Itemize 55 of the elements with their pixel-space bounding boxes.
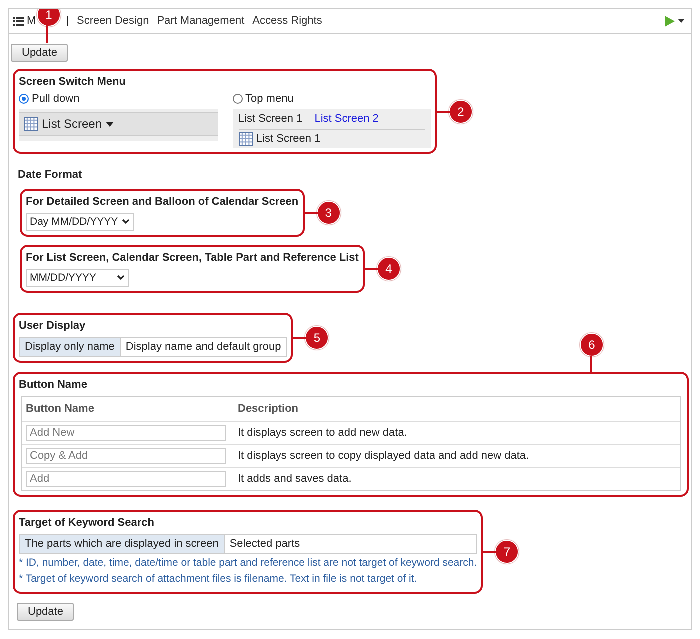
toggle-option[interactable]: The parts which are displayed in screen (20, 535, 225, 553)
section-title: User Display (19, 320, 87, 332)
play-icon (665, 16, 675, 26)
section-title: Target of Keyword Search (19, 517, 156, 529)
section-title: Date Format (18, 169, 82, 181)
caret-down-icon (106, 122, 114, 126)
toolbar-link[interactable]: Part Management (157, 15, 245, 27)
radio-button[interactable] (232, 94, 242, 104)
group-title: For List Screen, Calendar Screen, Table Part and Reference List (26, 252, 359, 264)
date-format-select[interactable]: Day MM/DD/YYYY (26, 213, 134, 231)
callout-badge: 3 (316, 201, 341, 225)
text-field[interactable]: Copy & Add (26, 448, 226, 464)
table-cell-text: It adds and saves data. (238, 473, 353, 485)
toggle-option[interactable]: Display only name (20, 338, 121, 356)
section-title: Screen Switch Menu (19, 76, 127, 88)
callout-badge: 1 (37, 9, 61, 27)
table-cell-text: It displays screen to copy displayed data and add new data. (238, 450, 530, 462)
preview-label: List Screen 1 (256, 133, 321, 145)
callout-badge: 4 (376, 257, 401, 281)
column-header: Button Name (26, 403, 96, 415)
callout-badge: 7 (495, 540, 520, 564)
select-value: MM/DD/YYYY (30, 272, 97, 284)
table-cell-text: It displays screen to add new data. (238, 427, 408, 439)
note-text: * ID, number, date, time, date/time or table part and reference list are not target of keyword search. (19, 557, 478, 569)
separator: | (66, 15, 70, 27)
chevron-down-icon (117, 275, 125, 281)
radio-label: Top menu (246, 93, 294, 105)
list-icon (13, 16, 24, 26)
toolbar-link[interactable]: Screen Design (77, 15, 150, 27)
column-header: Description (238, 403, 300, 415)
text-field[interactable]: Add New (26, 425, 226, 441)
callout-badge: 2 (449, 100, 473, 124)
table-grid-icon (238, 132, 252, 146)
leader-line (46, 25, 48, 43)
menu-label: M (27, 15, 36, 27)
group-title: For Detailed Screen and Balloon of Calendar Screen (26, 196, 299, 208)
select-value: Day MM/DD/YYYY (30, 216, 118, 228)
preview-label: List Screen (42, 117, 102, 131)
radio-button[interactable] (19, 94, 29, 104)
preview-menu-label: List Screen 1 (238, 113, 303, 125)
date-format-select[interactable]: MM/DD/YYYY (26, 269, 129, 287)
section-title: Button Name (19, 379, 88, 391)
text-field[interactable]: Add (26, 471, 226, 487)
update-button[interactable]: Update (11, 44, 68, 62)
menu-button[interactable]: M (13, 15, 36, 27)
preview-menu-label: List Screen 2 (314, 113, 379, 125)
update-button[interactable]: Update (17, 603, 74, 621)
note-text: * Target of keyword search of attachment files is filename. Text in file is not target of it. (19, 573, 418, 585)
table-grid-icon (24, 117, 38, 131)
chevron-down-icon (122, 219, 130, 225)
callout-badge: 5 (305, 326, 330, 350)
toolbar-link[interactable]: Access Rights (252, 15, 322, 27)
caret-down-icon (678, 19, 685, 23)
callout-badge: 6 (580, 333, 604, 357)
radio-label: Pull down (32, 93, 80, 105)
